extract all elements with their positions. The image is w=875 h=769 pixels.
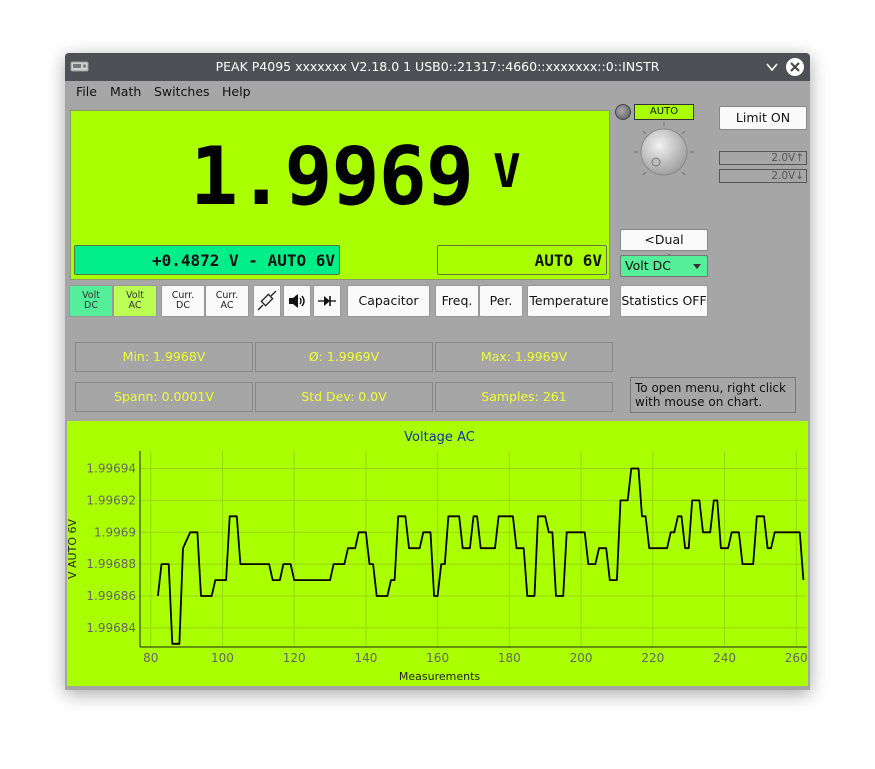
stat-samples: Samples: 261 [435, 382, 613, 412]
x-tick-label: 220 [641, 651, 664, 665]
menu-bar: File Math Switches Help [65, 81, 810, 103]
y-tick-label: 1.9969 [94, 525, 136, 539]
y-axis-label: V AUTO 6V [67, 519, 79, 579]
volt-ac-button[interactable]: Volt AC [113, 285, 157, 317]
limit-button[interactable]: Limit ON [719, 106, 807, 130]
capacitor-button[interactable]: Capacitor [347, 285, 430, 317]
curr-ac-label-2: AC [220, 300, 234, 311]
x-tick-label: 260 [785, 651, 808, 665]
auto-badge: AUTO [634, 104, 694, 120]
main-display: 1.9969 V +0.4872 V - AUTO 6V AUTO 6V [70, 110, 610, 280]
reading-value: 1.9969 [190, 130, 474, 223]
mode-select[interactable]: Volt DC [620, 255, 708, 277]
x-tick-label: 200 [570, 651, 593, 665]
chevron-down-icon[interactable] [764, 59, 780, 75]
title-bar: PEAK P4095 xxxxxxx V2.18.0 1 USB0::21317… [65, 53, 810, 81]
y-tick-label: 1.99688 [86, 557, 136, 571]
resistance-button[interactable] [253, 285, 281, 317]
app-window: PEAK P4095 xxxxxxx V2.18.0 1 USB0::21317… [65, 53, 810, 690]
series-line [157, 467, 805, 645]
dropdown-arrow-icon [693, 264, 701, 269]
x-tick-label: 100 [211, 651, 234, 665]
chart-svg: 80 100 120 140 160 180 200 220 240 260 1.99694 1.99… [67, 430, 808, 683]
volt-ac-label-2: AC [128, 300, 142, 311]
x-tick-label: 80 [143, 651, 158, 665]
menu-switches[interactable]: Switches [154, 84, 210, 99]
close-icon [790, 62, 800, 72]
limit-lower-field[interactable]: 2.0V↓ [719, 169, 807, 183]
x-tick-label: 180 [498, 651, 521, 665]
resistor-icon [257, 290, 277, 311]
x-tick-label: 160 [426, 651, 449, 665]
status-led [615, 104, 631, 120]
y-tick-label: 1.99686 [86, 589, 136, 603]
stat-min: Min: 1.9968V [75, 342, 253, 372]
temperature-button[interactable]: Temperature [527, 285, 611, 317]
voltage-chart[interactable]: 80 100 120 140 160 180 200 220 240 260 1.99694 1.99… [67, 421, 808, 686]
stat-stddev: Std Dev: 0.0V [255, 382, 433, 412]
x-tick-label: 140 [354, 651, 377, 665]
menu-file[interactable]: File [76, 84, 97, 99]
menu-help[interactable]: Help [222, 84, 251, 99]
window-title: PEAK P4095 xxxxxxx V2.18.0 1 USB0::21317… [215, 59, 660, 74]
period-button[interactable]: Per. [479, 285, 523, 317]
curr-dc-label-2: DC [176, 300, 190, 311]
reading-unit: V [493, 144, 521, 198]
diode-icon [318, 296, 336, 306]
mode-select-value: Volt DC [625, 258, 671, 273]
volt-dc-label-2: DC [84, 300, 98, 311]
chart-title: Voltage AC [404, 430, 475, 445]
range-display: AUTO 6V [437, 245, 607, 275]
y-tick-label: 1.99694 [86, 462, 136, 476]
x-tick-label: 240 [713, 651, 736, 665]
curr-ac-button[interactable]: Curr. AC [205, 285, 249, 317]
stat-max: Max: 1.9969V [435, 342, 613, 372]
stat-span: Spann: 0.0001V [75, 382, 253, 412]
menu-math[interactable]: Math [110, 84, 141, 99]
volt-dc-button[interactable]: Volt DC [69, 285, 113, 317]
x-axis-label: Measurements [399, 670, 481, 683]
frequency-button[interactable]: Freq. [435, 285, 479, 317]
dual-toggle-button[interactable]: <Dual toggle> [620, 229, 708, 267]
speaker-icon [289, 294, 305, 308]
statistics-button[interactable]: Statistics OFF [620, 285, 708, 317]
curr-dc-button[interactable]: Curr. DC [161, 285, 205, 317]
limit-upper-field[interactable]: 2.0V↑ [719, 151, 807, 165]
diode-button[interactable] [313, 285, 341, 317]
x-tick-label: 120 [283, 651, 306, 665]
y-tick-label: 1.99684 [86, 621, 136, 635]
secondary-reading: +0.4872 V - AUTO 6V [74, 245, 340, 275]
stat-average: Ø: 1.9969V [255, 342, 433, 372]
chart-hint: To open menu, right click with mouse on … [630, 377, 796, 413]
continuity-button[interactable] [283, 285, 311, 317]
close-button[interactable] [786, 58, 804, 76]
range-knob[interactable] [631, 121, 697, 187]
y-tick-label: 1.99692 [86, 493, 136, 507]
